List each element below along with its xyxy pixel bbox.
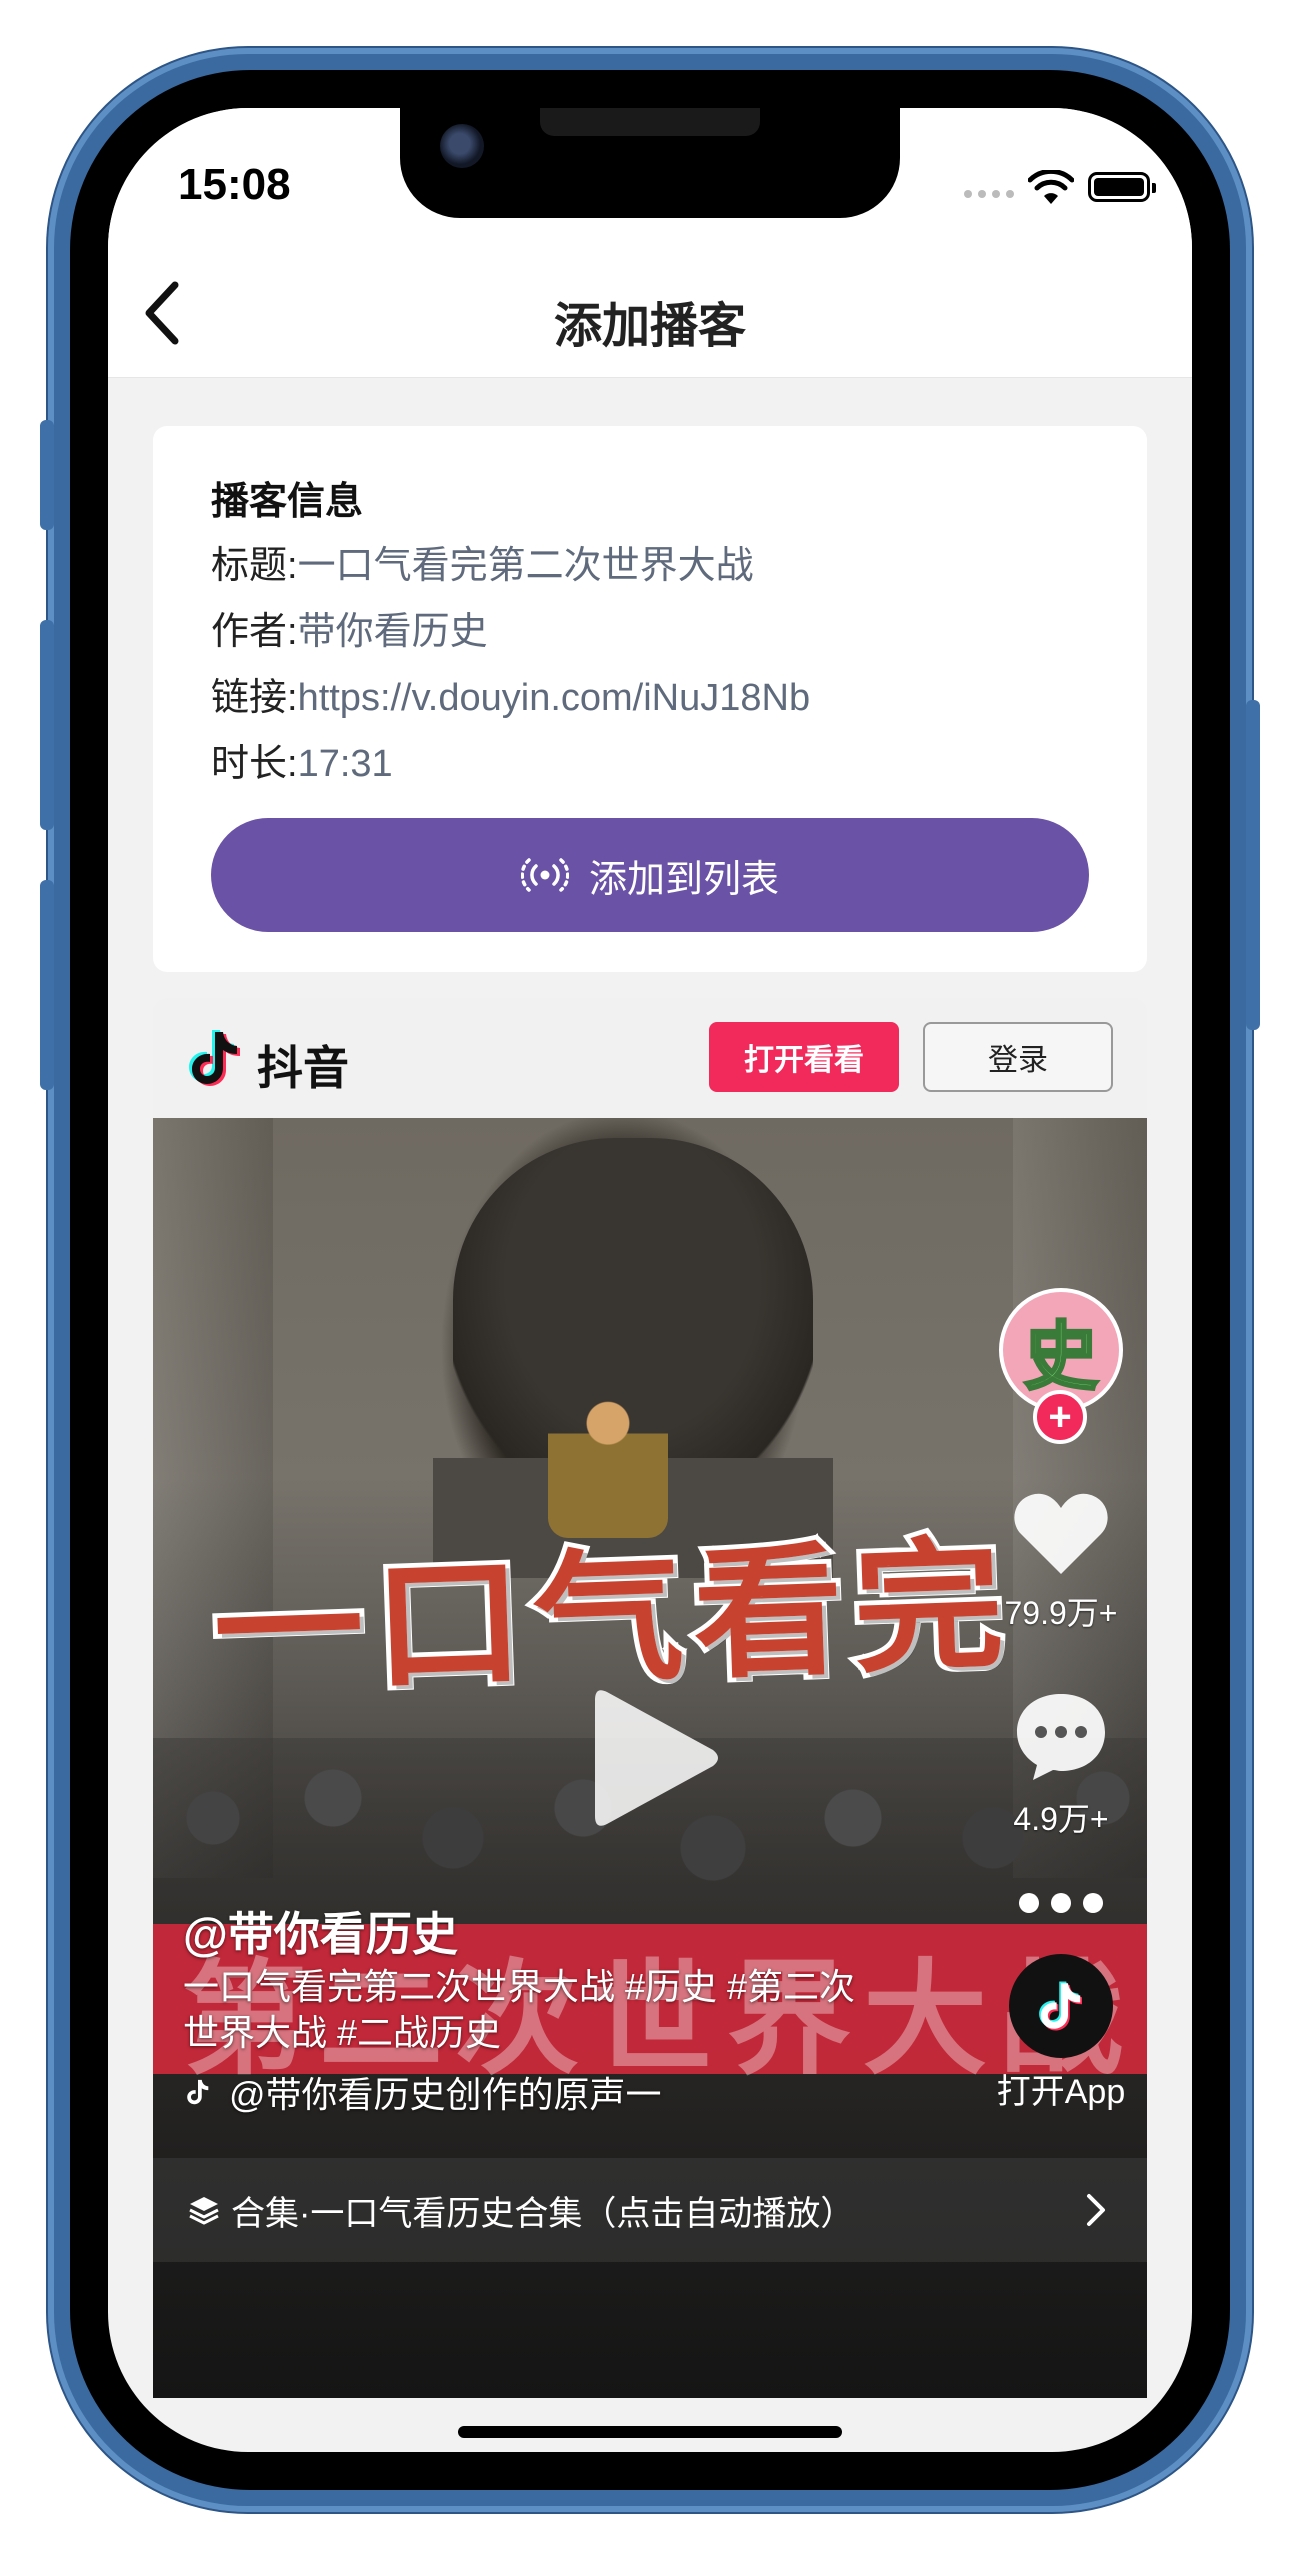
open-app-label[interactable]: 打开App <box>973 2064 1147 2113</box>
mute-switch <box>40 420 54 530</box>
video-player[interactable]: 一口气看完 第二次世界大战 史 + 79.9万+ 4.9万+ 打开App @带你… <box>153 1118 1147 2398</box>
collection-label: 合集·一口气看历史合集（点击自动播放） <box>231 2194 855 2233</box>
avatar-char: 史 <box>1023 1312 1100 1401</box>
podcast-info-card: 播客信息 标题:一口气看完第二次世界大战 作者:带你看历史 链接:https:/… <box>153 426 1147 972</box>
status-time: 15:08 <box>178 160 291 209</box>
page-title: 添加播客 <box>553 300 746 353</box>
music-note-icon <box>187 2079 209 2105</box>
douyin-app-icon <box>1039 1981 1082 2031</box>
info-row-link: 链接:https://v.douyin.com/iNuJ18Nb <box>211 666 810 721</box>
volume-up-button <box>40 620 54 830</box>
volume-down-button <box>40 880 54 1090</box>
follow-plus-button[interactable]: + <box>1033 1390 1087 1444</box>
title-label: 标题: <box>211 545 298 587</box>
douyin-brand-name: 抖音 <box>257 1042 349 1094</box>
open-douyin-button[interactable]: 打开看看 <box>709 1022 899 1092</box>
like-count: 79.9万+ <box>1004 1595 1118 1631</box>
video-music[interactable]: @带你看历史创作的原声一 <box>183 2066 662 2118</box>
chevron-right-icon <box>1087 2194 1105 2226</box>
author-label: 作者: <box>211 611 298 653</box>
login-button[interactable]: 登录 <box>923 1022 1113 1092</box>
battery-icon <box>1088 172 1156 202</box>
add-button-label: 添加到列表 <box>588 858 779 901</box>
wifi-icon <box>1028 170 1074 204</box>
duration-value: 17:31 <box>297 743 393 785</box>
home-indicator[interactable] <box>458 2426 842 2438</box>
broadcast-icon <box>520 858 569 892</box>
play-icon[interactable] <box>585 1678 725 1838</box>
comment-count: 4.9万+ <box>1013 1801 1109 1837</box>
open-app-button[interactable] <box>1009 1954 1113 2058</box>
info-row-author: 作者:带你看历史 <box>211 600 488 655</box>
douyin-header: 抖音 打开看看 登录 <box>153 998 1147 1118</box>
video-description: 一口气看完第二次世界大战 #历史 #第二次世界大战 #二战历史 <box>183 1966 856 2053</box>
earpiece-speaker <box>540 108 760 136</box>
link-label: 链接: <box>211 677 298 719</box>
video-author[interactable]: @带你看历史 <box>183 1898 458 1964</box>
douyin-logo-icon <box>189 1030 240 1086</box>
music-label: @带你看历史创作的原声一 <box>229 2074 662 2115</box>
add-to-list-button[interactable]: 添加到列表 <box>211 818 1089 932</box>
more-options-icon[interactable] <box>1019 1888 1103 1918</box>
layers-icon <box>189 2197 219 2225</box>
card-heading: 播客信息 <box>211 481 364 523</box>
cellular-signal-icon <box>964 190 1014 198</box>
heart-icon[interactable] <box>1011 1488 1111 1578</box>
screen: 15:08 添加播客 播客信息 标题:一口气看完第二次世界大战 作者:带你看历史… <box>108 108 1192 2452</box>
author-value: 带你看历史 <box>297 611 488 653</box>
info-row-duration: 时长:17:31 <box>211 732 393 787</box>
info-row-title: 标题:一口气看完第二次世界大战 <box>211 534 754 589</box>
navigation-bar: 添加播客 <box>108 248 1192 378</box>
douyin-embed: 抖音 打开看看 登录 一口气看完 第二次世界大战 史 + 79.9万+ 4.9万… <box>153 998 1147 2398</box>
comment-icon[interactable] <box>1011 1688 1111 1784</box>
collection-bar[interactable]: 合集·一口气看历史合集（点击自动播放） <box>153 2158 1147 2262</box>
title-value: 一口气看完第二次世界大战 <box>297 545 754 587</box>
camera-icon <box>440 124 484 168</box>
link-value[interactable]: https://v.douyin.com/iNuJ18Nb <box>298 677 811 719</box>
power-button <box>1246 700 1260 1030</box>
duration-label: 时长: <box>211 743 298 785</box>
